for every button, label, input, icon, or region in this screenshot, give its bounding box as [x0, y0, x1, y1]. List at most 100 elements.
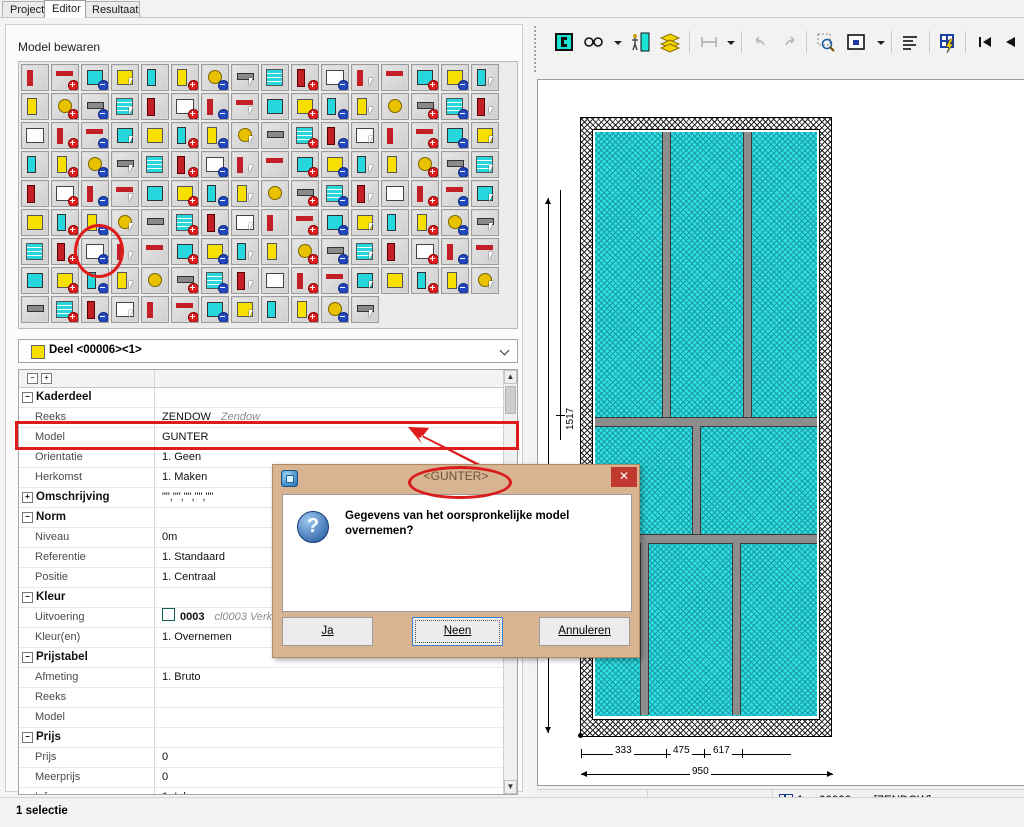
- property-value-cell[interactable]: 1. Bruto: [156, 668, 503, 687]
- zoom-extents-icon[interactable]: [843, 29, 869, 55]
- toolbar-icon-button[interactable]: [171, 122, 199, 149]
- dialog-titlebar[interactable]: <GUNTER> ✕: [273, 465, 639, 490]
- toolbar-icon-button[interactable]: [291, 122, 319, 149]
- toolbar-icon-button[interactable]: [51, 267, 79, 294]
- previous-icon[interactable]: [997, 29, 1023, 55]
- toolbar-icon-button[interactable]: [201, 238, 229, 265]
- toolbar-icon-button[interactable]: [321, 64, 349, 91]
- property-row[interactable]: Reeks ZENDOW Zendow: [19, 408, 517, 428]
- property-row[interactable]: Model GUNTER: [19, 428, 517, 448]
- view-dropdown-arrow-icon[interactable]: [614, 41, 622, 45]
- toolbar-icon-button[interactable]: [51, 296, 79, 323]
- toolbar-icon-button[interactable]: [201, 122, 229, 149]
- toolbar-icon-button[interactable]: [291, 238, 319, 265]
- toolbar-icon-button[interactable]: [231, 209, 259, 236]
- expand-all-icon[interactable]: +: [41, 373, 52, 384]
- property-value-cell[interactable]: [156, 728, 503, 747]
- glasses-view-icon[interactable]: [581, 29, 607, 55]
- toolbar-icon-button[interactable]: [81, 296, 109, 323]
- toolbar-icon-button[interactable]: [231, 151, 259, 178]
- align-list-icon[interactable]: [897, 29, 923, 55]
- toolbar-icon-button[interactable]: [141, 122, 169, 149]
- first-icon[interactable]: [971, 29, 997, 55]
- toolbar-icon-button[interactable]: [111, 238, 139, 265]
- toolbar-icon-button[interactable]: [51, 93, 79, 120]
- grid-header-expanders[interactable]: − +: [19, 370, 155, 387]
- property-row[interactable]: Model: [19, 708, 517, 728]
- toolbar-icon-button[interactable]: [261, 180, 289, 207]
- toolbar-icon-button[interactable]: [351, 267, 379, 294]
- property-value-cell[interactable]: [156, 688, 503, 707]
- property-value-cell[interactable]: 1. Inbegrepen: [156, 788, 503, 794]
- toolbar-icon-button[interactable]: [381, 238, 409, 265]
- toolbar-icon-button[interactable]: [411, 151, 439, 178]
- toolbar-icon-button[interactable]: [171, 296, 199, 323]
- toolbar-icon-button[interactable]: [351, 180, 379, 207]
- toolbar-icon-button[interactable]: [441, 151, 469, 178]
- toolbar-icon-button[interactable]: [351, 296, 379, 323]
- redo-icon[interactable]: [777, 29, 803, 55]
- scroll-down-icon[interactable]: ▼: [504, 780, 517, 794]
- toolbar-icon-button[interactable]: [81, 64, 109, 91]
- toolbar-icon-button[interactable]: [141, 267, 169, 294]
- toolbar-icon-button[interactable]: [321, 180, 349, 207]
- toolbar-icon-button[interactable]: [441, 93, 469, 120]
- collapse-icon[interactable]: −: [22, 652, 33, 663]
- toolbar-icon-button[interactable]: [201, 209, 229, 236]
- toolbar-icon-button[interactable]: [141, 180, 169, 207]
- tab-project[interactable]: Project: [2, 1, 46, 17]
- toolbar-icon-button[interactable]: [81, 267, 109, 294]
- toolbar-icon-button[interactable]: [171, 180, 199, 207]
- toolbar-icon-button[interactable]: [21, 180, 49, 207]
- toolbar-icon-button[interactable]: [291, 93, 319, 120]
- cad-logo-icon[interactable]: [551, 29, 577, 55]
- toolbar-icon-button[interactable]: [231, 180, 259, 207]
- toolbar-icon-button[interactable]: [21, 122, 49, 149]
- toolbar-icon-button[interactable]: [231, 64, 259, 91]
- collapse-icon[interactable]: −: [22, 592, 33, 603]
- collapse-icon[interactable]: −: [22, 732, 33, 743]
- toolbar-icon-button[interactable]: [201, 296, 229, 323]
- toolbar-icon-button[interactable]: [471, 267, 499, 294]
- property-row[interactable]: Afmeting 1. Bruto: [19, 668, 517, 688]
- toolbar-icon-button[interactable]: [351, 238, 379, 265]
- toolbar-icon-button[interactable]: [381, 122, 409, 149]
- component-icon-toolbar[interactable]: [18, 61, 518, 329]
- toolbar-icon-button[interactable]: [141, 238, 169, 265]
- toolbar-icon-button[interactable]: [411, 93, 439, 120]
- toolbar-icon-button[interactable]: [201, 267, 229, 294]
- toolbar-icon-button[interactable]: [111, 209, 139, 236]
- toolbar-icon-button[interactable]: [231, 238, 259, 265]
- toolbar-icon-button[interactable]: [171, 64, 199, 91]
- confirmation-dialog[interactable]: <GUNTER> ✕ ? Gegevens van het oorspronke…: [272, 464, 640, 658]
- toolbar-icon-button[interactable]: [111, 296, 139, 323]
- toolbar-icon-button[interactable]: [231, 93, 259, 120]
- toolbar-icon-button[interactable]: [321, 267, 349, 294]
- toolbar-icon-button[interactable]: [471, 238, 499, 265]
- toolbar-icon-button[interactable]: [141, 151, 169, 178]
- zoom-window-icon[interactable]: [813, 29, 839, 55]
- toolbar-icon-button[interactable]: [51, 122, 79, 149]
- toolbar-icon-button[interactable]: [471, 180, 499, 207]
- property-value-cell[interactable]: 0: [156, 748, 503, 767]
- collapse-icon[interactable]: −: [22, 512, 33, 523]
- toolbar-icon-button[interactable]: [381, 151, 409, 178]
- toolbar-icon-button[interactable]: [321, 122, 349, 149]
- scroll-up-icon[interactable]: ▲: [504, 370, 517, 384]
- toolbar-icon-button[interactable]: [441, 209, 469, 236]
- property-category-row[interactable]: − Prijs: [19, 728, 517, 748]
- toolbar-icon-button[interactable]: [471, 209, 499, 236]
- person-scale-icon[interactable]: [627, 29, 653, 55]
- toolbar-icon-button[interactable]: [111, 93, 139, 120]
- toolbar-icon-button[interactable]: [381, 180, 409, 207]
- toolbar-icon-button[interactable]: [351, 93, 379, 120]
- toolbar-icon-button[interactable]: [21, 151, 49, 178]
- cancel-dialog-button[interactable]: Annuleren: [539, 617, 630, 646]
- toolbar-icon-button[interactable]: [471, 151, 499, 178]
- toolbar-icon-button[interactable]: [321, 238, 349, 265]
- toolbar-icon-button[interactable]: [321, 151, 349, 178]
- toolbar-icon-button[interactable]: [261, 267, 289, 294]
- toolbar-icon-button[interactable]: [411, 64, 439, 91]
- toolbar-icon-button[interactable]: [471, 122, 499, 149]
- collapse-icon[interactable]: −: [22, 392, 33, 403]
